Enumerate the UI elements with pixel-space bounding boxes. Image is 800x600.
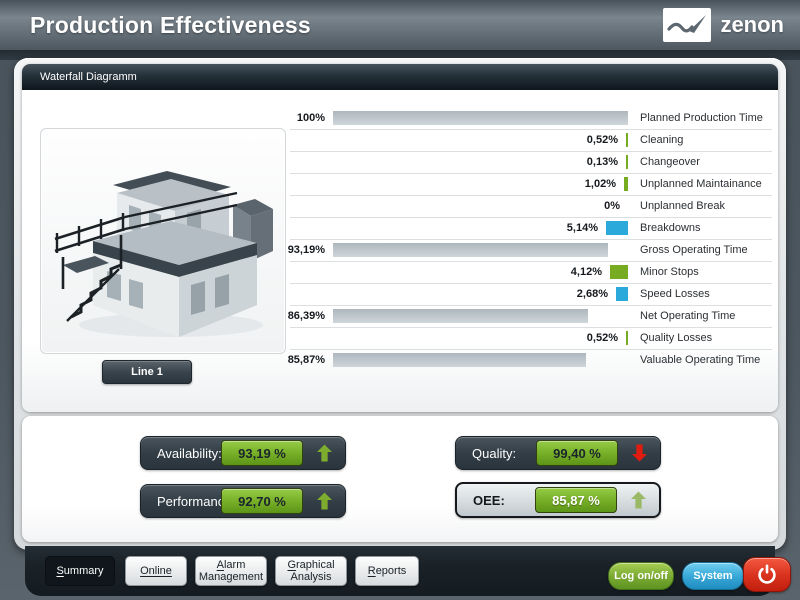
tab-alarm-management[interactable]: AlarmManagement: [195, 556, 267, 586]
kpi-performance-value: 92,70 %: [221, 488, 303, 514]
row-label: Net Operating Time: [640, 310, 735, 322]
app-header: Production Effectiveness zenon: [0, 0, 800, 50]
chart-row: 0,52% Quality Losses: [290, 327, 772, 349]
kpi-availability-label: Availability:: [157, 437, 222, 469]
row-value: 0,13%: [587, 156, 618, 168]
row-value: 85,87%: [288, 354, 325, 366]
page-title: Production Effectiveness: [30, 12, 311, 39]
log-on-off-label: Log on/off: [614, 570, 668, 582]
kpi-oee-value: 85,87 %: [535, 487, 617, 513]
row-label: Gross Operating Time: [640, 244, 748, 256]
row-value: 100%: [297, 112, 325, 124]
row-label: Unplanned Break: [640, 200, 725, 212]
tab-graphical-analysis[interactable]: GraphicalAnalysis: [275, 556, 347, 586]
tab-summary-label: Summary: [56, 565, 103, 577]
row-label: Changeover: [640, 156, 700, 168]
row-value: 5,14%: [567, 222, 598, 234]
brand: zenon: [663, 8, 784, 42]
kpi-performance-trend-up-icon: [317, 493, 332, 510]
loss-bar: [606, 221, 628, 235]
time-bar: [333, 353, 586, 367]
time-bar: [333, 309, 588, 323]
tab-online-label: Online: [140, 565, 172, 577]
kpi-availability: Availability:93,19 %: [140, 436, 346, 470]
tab-online[interactable]: Online: [125, 556, 187, 586]
kpi-oee: OEE: 85,87 %: [455, 482, 661, 518]
row-value: 4,12%: [571, 266, 602, 278]
tab-reports-label: Reports: [368, 565, 407, 577]
row-value: 2,68%: [577, 288, 608, 300]
row-value: 93,19%: [288, 244, 325, 256]
time-bar: [333, 243, 608, 257]
row-value: 0%: [604, 200, 620, 212]
row-label: Quality Losses: [640, 332, 712, 344]
system-label: System: [693, 570, 732, 582]
row-value: 86,39%: [288, 310, 325, 322]
waterfall-panel: Waterfall Diagramm: [22, 64, 778, 412]
kpi-performance: Performance:92,70 %: [140, 484, 346, 518]
tab-graphical-analysis-label: GraphicalAnalysis: [287, 559, 334, 583]
chart-row: 85,87% Valuable Operating Time: [290, 349, 772, 371]
kpi-oee-trend-up-icon: [631, 492, 646, 509]
row-label: Cleaning: [640, 134, 683, 146]
kpi-quality-value: 99,40 %: [536, 440, 618, 466]
chart-row: 5,14% Breakdowns: [290, 217, 772, 239]
row-value: 0,52%: [587, 332, 618, 344]
row-label: Unplanned Maintainance: [640, 178, 762, 190]
zenon-logo-icon: [663, 8, 711, 42]
loss-bar: [610, 265, 628, 279]
loss-bar: [626, 331, 628, 345]
chart-row: 86,39% Net Operating Time: [290, 305, 772, 327]
waterfall-rows: 100% Planned Production Time 0,52% Cleaning…: [290, 108, 772, 371]
machine-illustration-icon: [41, 129, 283, 351]
kpi-quality-trend-down-icon: [632, 445, 647, 462]
log-on-off-button[interactable]: Log on/off: [608, 562, 674, 590]
chart-row: 0% Unplanned Break: [290, 195, 772, 217]
content-frame: Waterfall Diagramm: [14, 58, 786, 550]
waterfall-panel-titlebar: Waterfall Diagramm: [22, 64, 778, 90]
kpi-availability-value: 93,19 %: [221, 440, 303, 466]
tab-reports[interactable]: Reports: [355, 556, 419, 586]
chart-row: 2,68% Speed Losses: [290, 283, 772, 305]
kpi-panel: Availability:93,19 % Performance:92,70 % Q…: [22, 416, 778, 542]
loss-bar: [616, 287, 628, 301]
line-1-button-label: Line 1: [131, 366, 163, 378]
chart-row: 4,12% Minor Stops: [290, 261, 772, 283]
power-icon: [755, 562, 779, 588]
waterfall-panel-title: Waterfall Diagramm: [40, 71, 137, 83]
machine-image-box: [40, 128, 286, 354]
chart-row: 1,02% Unplanned Maintainance: [290, 173, 772, 195]
kpi-quality-label: Quality:: [472, 437, 516, 469]
chart-row: 100% Planned Production Time: [290, 108, 772, 129]
tab-summary[interactable]: Summary: [45, 556, 115, 586]
row-value: 1,02%: [585, 178, 616, 190]
loss-bar: [626, 133, 628, 147]
waterfall-panel-body: Line 1 100% Planned Production Time 0,52% C…: [22, 90, 778, 412]
kpi-availability-trend-up-icon: [317, 445, 332, 462]
row-value: 0,52%: [587, 134, 618, 146]
row-label: Breakdowns: [640, 222, 701, 234]
tab-alarm-management-label: AlarmManagement: [199, 559, 263, 583]
power-button[interactable]: [743, 557, 791, 592]
row-label: Speed Losses: [640, 288, 710, 300]
footer-tab-band: Log on/off System Summary Online AlarmMana…: [25, 546, 775, 596]
time-bar: [333, 111, 628, 125]
row-label: Planned Production Time: [640, 112, 763, 124]
kpi-quality: Quality: 99,40 %: [455, 436, 661, 470]
row-label: Valuable Operating Time: [640, 354, 760, 366]
chart-row: 0,52% Cleaning: [290, 129, 772, 151]
loss-bar: [626, 155, 628, 169]
brand-name: zenon: [720, 12, 784, 38]
line-1-button[interactable]: Line 1: [102, 360, 192, 384]
system-button[interactable]: System: [682, 562, 744, 590]
row-label: Minor Stops: [640, 266, 699, 278]
chart-row: 0,13% Changeover: [290, 151, 772, 173]
loss-bar: [624, 177, 628, 191]
chart-row: 93,19% Gross Operating Time: [290, 239, 772, 261]
kpi-oee-label: OEE:: [473, 484, 505, 516]
